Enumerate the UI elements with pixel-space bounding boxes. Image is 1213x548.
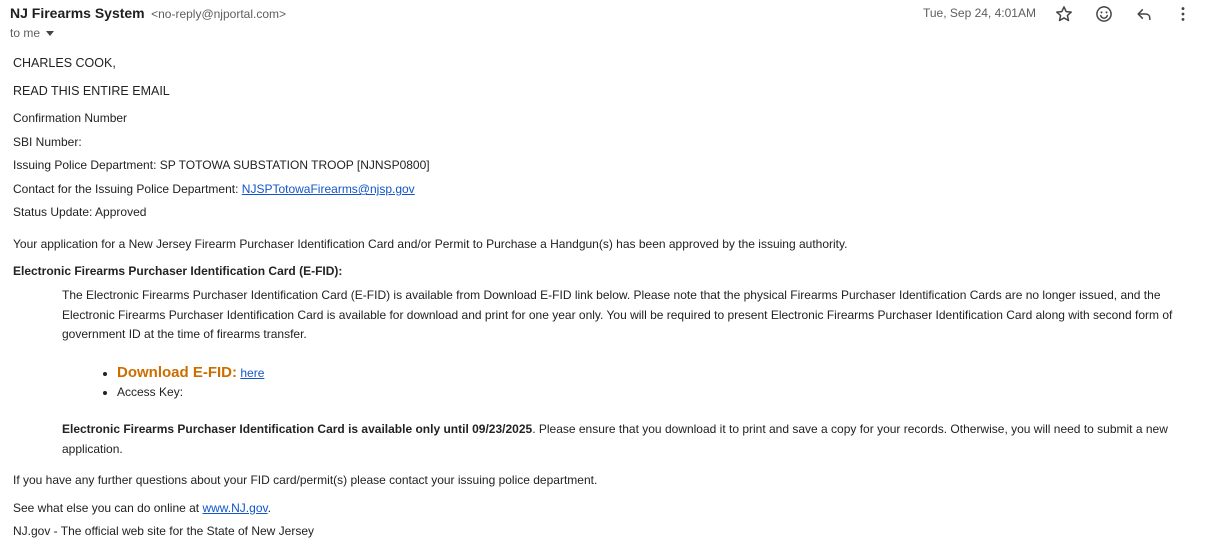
confirmation-number: Confirmation Number [13, 111, 187, 125]
issuing-department: Issuing Police Department: SP TOTOWA SUB… [13, 158, 430, 172]
see-more-line: See what else you can do online at www.N… [13, 501, 271, 515]
more-vert-icon [1181, 7, 1185, 21]
email-timestamp: Tue, Sep 24, 4:01AM [923, 6, 1036, 20]
contact-line: Contact for the Issuing Police Departmen… [13, 182, 415, 196]
confirmation-label: Confirmation Number [13, 111, 128, 125]
to-label: to me [10, 26, 41, 40]
see-more-suffix: . [267, 501, 271, 515]
redacted-value [127, 114, 187, 124]
see-more-prefix: See what else you can do online at [13, 501, 203, 515]
read-notice: READ THIS ENTIRE EMAIL [13, 84, 170, 98]
availability-notice: Electronic Firearms Purchaser Identifica… [62, 420, 1187, 459]
star-button[interactable] [1052, 2, 1076, 26]
sender-email: <no-reply@njportal.com> [151, 7, 287, 21]
download-efid-label: Download E-FID: [117, 364, 237, 381]
efid-paragraph: The Electronic Firearms Purchaser Identi… [62, 288, 1173, 341]
reply-button[interactable] [1132, 2, 1156, 26]
star-icon [1056, 6, 1072, 22]
recipient-details-toggle[interactable]: to me [10, 26, 55, 40]
contact-label: Contact for the Issuing Police Departmen… [13, 182, 242, 196]
download-efid-link[interactable]: here [240, 366, 264, 380]
sender-name[interactable]: NJ Firearms System [10, 5, 145, 21]
redacted-value [82, 138, 142, 148]
list-item: Access Key: [117, 383, 356, 401]
caret-down-icon [46, 31, 55, 37]
sbi-label: SBI Number: [13, 135, 82, 149]
availability-bold: Electronic Firearms Purchaser Identifica… [62, 422, 533, 436]
sbi-number: SBI Number: [13, 135, 142, 149]
efid-heading: Electronic Firearms Purchaser Identifica… [13, 264, 343, 278]
nj-gov-link[interactable]: www.NJ.gov [202, 501, 267, 515]
efid-list: Download E-FID: here Access Key: [100, 362, 356, 401]
emoji-icon [1096, 6, 1112, 22]
greeting: CHARLES COOK, [13, 56, 116, 70]
status-update: Status Update: Approved [13, 205, 147, 219]
access-key-label: Access Key: [117, 385, 184, 399]
email-header: NJ Firearms System <no-reply@njportal.co… [10, 5, 286, 23]
redacted-value [186, 388, 356, 398]
reply-icon [1137, 9, 1151, 21]
questions-text: If you have any further questions about … [13, 473, 598, 487]
footer-text: NJ.gov - The official web site for the S… [13, 524, 315, 538]
approval-text: Your application for a New Jersey Firear… [13, 237, 848, 251]
contact-email-link[interactable]: NJSPTotowaFirearms@njsp.gov [242, 182, 415, 196]
more-options-button[interactable] [1171, 2, 1195, 26]
add-reaction-button[interactable] [1092, 2, 1116, 26]
list-item: Download E-FID: here [117, 362, 356, 383]
